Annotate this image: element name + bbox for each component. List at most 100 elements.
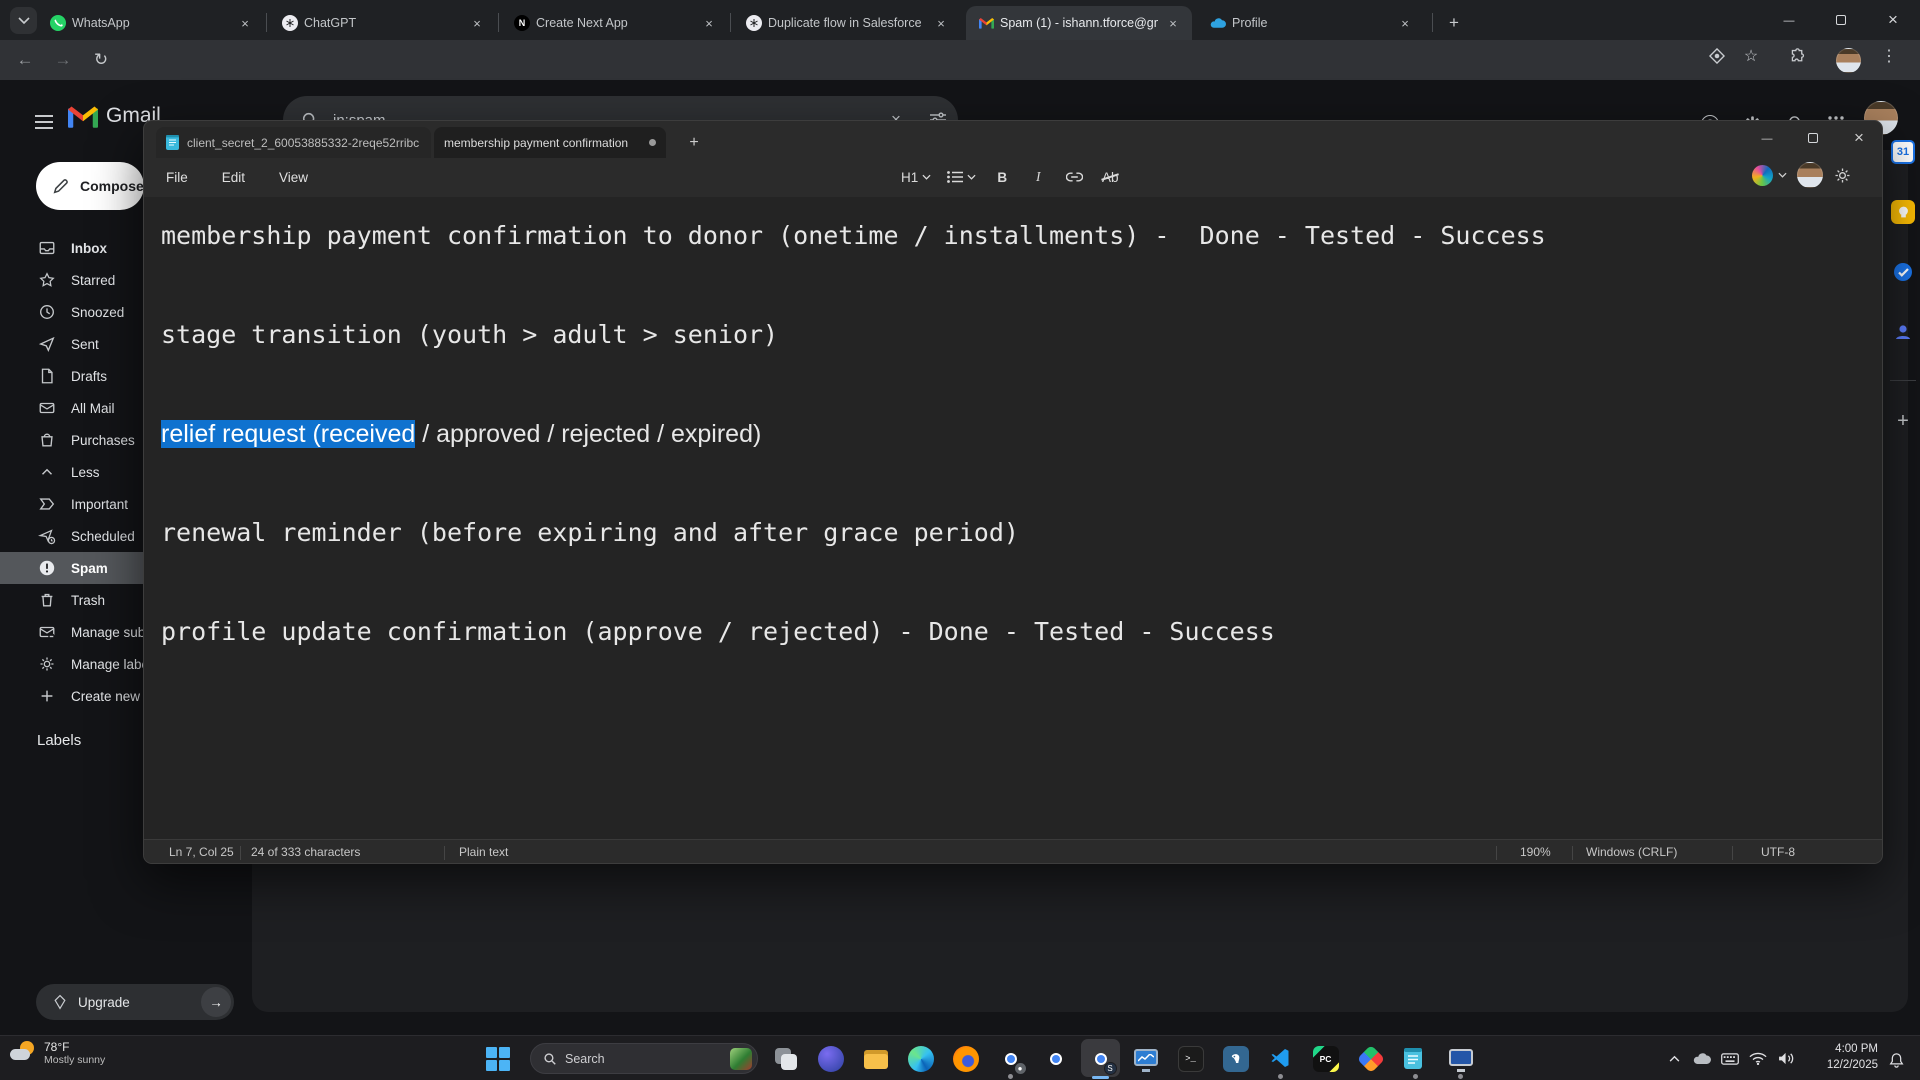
cursor-position: Ln 7, Col 25 <box>169 845 234 859</box>
heading-style-button[interactable]: H1 <box>896 162 936 192</box>
cloud-icon[interactable] <box>1688 1045 1716 1073</box>
chrome-active-button[interactable]: S <box>1078 1036 1123 1080</box>
browser-tab-profile[interactable]: Profile <box>1198 6 1424 40</box>
extension-action-icon[interactable] <box>1706 45 1728 67</box>
italic-button[interactable]: I <box>1023 162 1053 192</box>
forward-button[interactable] <box>50 47 76 73</box>
notepad-new-tab-button[interactable] <box>681 130 707 156</box>
notepad-tab-client-secret[interactable]: client_secret_2_60053885332-2reqe52rribc <box>156 127 431 158</box>
notepad-close-button[interactable] <box>1836 121 1882 155</box>
salesforce-cloud-icon <box>1210 15 1226 31</box>
compose-label: Compose <box>80 178 144 194</box>
bookmark-star-icon[interactable] <box>1740 45 1762 67</box>
desktop: WhatsApp ChatGPT N Create Next App Dupli… <box>0 0 1920 1080</box>
zoom-level[interactable]: 190% <box>1520 845 1551 859</box>
postgresql-button[interactable] <box>1213 1036 1258 1080</box>
sidebar-item-label: All Mail <box>71 401 115 416</box>
chrome-button[interactable] <box>1033 1036 1078 1080</box>
scheduled-send-icon <box>37 526 57 546</box>
volume-icon[interactable] <box>1772 1045 1800 1073</box>
notepad-settings-button[interactable] <box>1833 166 1852 185</box>
extensions-puzzle-icon[interactable] <box>1786 45 1808 67</box>
browser-tab-whatsapp[interactable]: WhatsApp <box>38 6 264 40</box>
terminal-button[interactable]: >_ <box>1168 1036 1213 1080</box>
browser-tab-gmail-spam[interactable]: Spam (1) - ishann.tforce@gmai <box>966 6 1192 40</box>
link-icon <box>1066 172 1083 182</box>
list-style-button[interactable] <box>942 162 981 192</box>
back-button[interactable] <box>12 47 38 73</box>
notepad-icon <box>1403 1046 1429 1072</box>
taskbar-clock[interactable]: 4:00 PM 12/2/2025 <box>1820 1041 1878 1073</box>
notepad-taskbar-button[interactable] <box>1393 1036 1438 1080</box>
browser-tab-salesforce-chat[interactable]: Duplicate flow in Salesforce <box>734 6 960 40</box>
notepad-tab-membership[interactable]: membership payment confirmation <box>434 127 666 158</box>
calendar-icon[interactable]: 31 <box>1891 140 1915 164</box>
notepad-account-avatar[interactable] <box>1797 162 1823 188</box>
tab-close-icon[interactable] <box>468 14 486 32</box>
start-button[interactable] <box>478 1045 518 1073</box>
notepad-tab-title: client_secret_2_60053885332-2reqe52rribc <box>187 136 419 150</box>
notepad-maximize-button[interactable] <box>1790 121 1836 155</box>
insert-link-button[interactable] <box>1059 162 1089 192</box>
copilot-button[interactable] <box>1752 165 1787 186</box>
weather-temperature: 78°F <box>44 1040 105 1054</box>
tab-close-icon[interactable] <box>700 14 718 32</box>
browser-profile-avatar[interactable] <box>1836 48 1861 73</box>
tab-close-icon[interactable] <box>1396 14 1414 32</box>
chrome-profile-button[interactable]: ● <box>988 1036 1033 1080</box>
contacts-icon[interactable] <box>1891 320 1915 344</box>
tab-search-button[interactable] <box>10 7 37 34</box>
menu-view[interactable]: View <box>267 164 320 191</box>
pycharm-button[interactable]: PC <box>1303 1036 1348 1080</box>
tab-title: ChatGPT <box>304 16 462 30</box>
editor-line: membership payment confirmation to donor… <box>161 211 1882 261</box>
copilot-app-button[interactable] <box>808 1036 853 1080</box>
system-tray <box>1660 1036 1800 1080</box>
editor-line <box>161 261 1882 311</box>
window-maximize-button[interactable] <box>1816 0 1866 40</box>
hidden-icons-chevron[interactable] <box>1660 1045 1688 1073</box>
wifi-icon[interactable] <box>1744 1045 1772 1073</box>
touch-keyboard-icon[interactable] <box>1716 1045 1744 1073</box>
menu-edit[interactable]: Edit <box>210 164 257 191</box>
browser-toolbar: mail.google.com/mail/u/0/?ogbl#spam <box>0 40 1920 80</box>
weather-widget[interactable]: 78°FMostly sunny <box>10 1040 105 1066</box>
compose-button[interactable]: Compose <box>36 162 144 210</box>
notepad-text-area[interactable]: membership payment confirmation to donor… <box>144 197 1882 839</box>
browser-menu-icon[interactable] <box>1878 45 1900 67</box>
notepad-minimize-button[interactable] <box>1744 121 1790 155</box>
taskbar-search[interactable]: Search <box>530 1043 758 1074</box>
reload-button[interactable] <box>88 47 114 73</box>
upgrade-button[interactable]: Upgrade <box>36 984 234 1020</box>
main-menu-icon[interactable] <box>24 102 64 142</box>
jetbrains-toolbox-button[interactable] <box>1348 1036 1393 1080</box>
tab-close-icon[interactable] <box>236 14 254 32</box>
bold-button[interactable]: B <box>987 162 1017 192</box>
browser-tab-chatgpt[interactable]: ChatGPT <box>270 6 496 40</box>
tab-close-icon[interactable] <box>1164 14 1182 32</box>
tasks-icon[interactable] <box>1891 260 1915 284</box>
edge-button[interactable] <box>898 1036 943 1080</box>
menu-file[interactable]: File <box>154 164 200 191</box>
chevron-down-icon <box>967 174 976 180</box>
spam-alert-icon <box>37 558 57 578</box>
task-view-button[interactable] <box>763 1036 808 1080</box>
tab-separator <box>266 13 267 32</box>
vscode-button[interactable] <box>1258 1036 1303 1080</box>
file-explorer-button[interactable] <box>853 1036 898 1080</box>
window-close-button[interactable] <box>1868 0 1918 40</box>
upgrade-arrow-icon[interactable] <box>201 987 231 1017</box>
new-tab-button[interactable] <box>1440 9 1468 37</box>
get-addons-icon[interactable] <box>1891 409 1915 433</box>
notifications-bell-icon[interactable] <box>1884 1048 1908 1072</box>
tab-close-icon[interactable] <box>932 14 950 32</box>
window-minimize-button[interactable] <box>1764 0 1814 40</box>
browser-tab-create-next-app[interactable]: N Create Next App <box>502 6 728 40</box>
character-count: 24 of 333 characters <box>251 845 360 859</box>
monitor-app-button[interactable] <box>1438 1036 1483 1080</box>
browser-tabstrip: WhatsApp ChatGPT N Create Next App Dupli… <box>0 0 1920 40</box>
keep-icon[interactable] <box>1891 200 1915 224</box>
clear-formatting-button[interactable]: Ab <box>1095 162 1125 192</box>
firefox-button[interactable] <box>943 1036 988 1080</box>
system-monitor-button[interactable] <box>1123 1036 1168 1080</box>
